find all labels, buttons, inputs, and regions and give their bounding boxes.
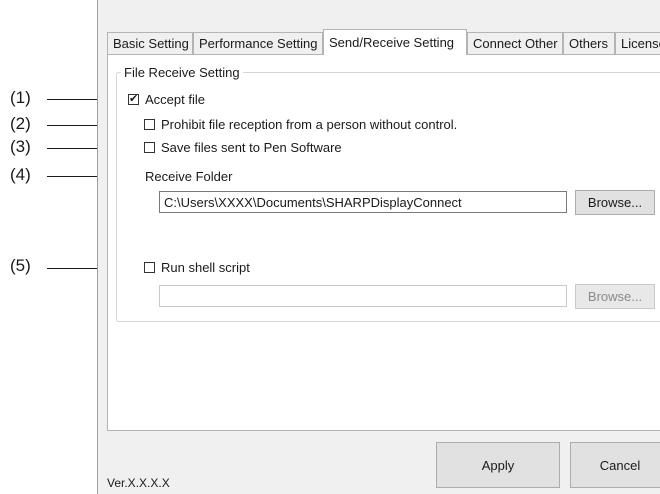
tab-bar: Basic Setting Performance Setting Send/R…	[107, 29, 660, 55]
group-title: File Receive Setting	[121, 65, 243, 80]
version-label: Ver.X.X.X.X	[107, 476, 170, 490]
accept-file-checkbox[interactable]: ✔	[128, 94, 139, 105]
cancel-button[interactable]: Cancel	[570, 442, 660, 488]
checkmark-icon: ✔	[129, 93, 139, 105]
accept-file-label: Accept file	[145, 92, 205, 107]
prohibit-checkbox[interactable]	[144, 119, 155, 130]
tab-send-receive-setting[interactable]: Send/Receive Setting	[323, 29, 467, 55]
apply-button[interactable]: Apply	[436, 442, 560, 488]
tab-connect-other[interactable]: Connect Other	[467, 32, 563, 54]
prohibit-label: Prohibit file reception from a person wi…	[161, 117, 458, 132]
browse-shell-button[interactable]: Browse...	[575, 284, 655, 309]
run-shell-label: Run shell script	[161, 260, 250, 275]
shell-script-input[interactable]	[159, 285, 567, 307]
callout-4: (4)	[10, 165, 31, 184]
receive-folder-label: Receive Folder	[145, 169, 233, 184]
tab-basic-setting[interactable]: Basic Setting	[107, 32, 193, 54]
callout-2: (2)	[10, 114, 31, 133]
tab-others[interactable]: Others	[563, 32, 615, 54]
callout-1: (1)	[10, 88, 31, 107]
save-files-label: Save files sent to Pen Software	[161, 140, 342, 155]
tab-license[interactable]: License	[615, 32, 660, 54]
callout-3: (3)	[10, 137, 31, 156]
save-files-checkbox[interactable]	[144, 142, 155, 153]
callout-5: (5)	[10, 256, 31, 275]
receive-folder-input[interactable]	[159, 191, 567, 213]
run-shell-checkbox[interactable]	[144, 262, 155, 273]
tab-performance-setting[interactable]: Performance Setting	[193, 32, 323, 54]
browse-button[interactable]: Browse...	[575, 190, 655, 215]
